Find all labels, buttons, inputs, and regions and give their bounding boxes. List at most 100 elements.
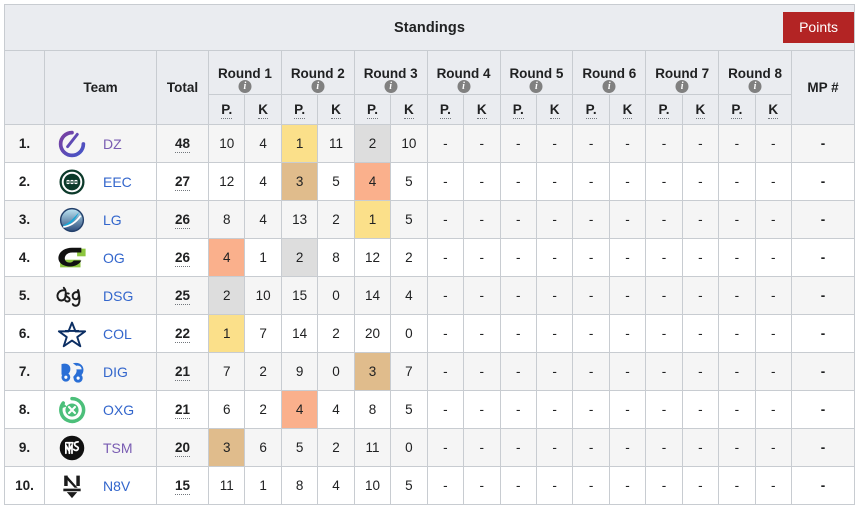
round-5-kills-cell: - bbox=[536, 315, 572, 353]
round-2-kills-cell: 0 bbox=[318, 277, 354, 315]
round-7-points-cell: - bbox=[646, 201, 682, 239]
team-name-link[interactable]: TSM bbox=[95, 440, 133, 456]
dignitas-swirl-logo[interactable] bbox=[49, 129, 95, 159]
team-name-link[interactable]: LG bbox=[95, 212, 122, 228]
oxygen-esports-logo[interactable] bbox=[49, 395, 95, 425]
abbr-kills[interactable]: K bbox=[258, 102, 268, 119]
team-cell-content: LG bbox=[45, 205, 156, 235]
round-4-info-icon[interactable]: i bbox=[457, 80, 470, 93]
standings-table: Team Total Round 1 i Round 2 i Round 3 i… bbox=[4, 50, 855, 505]
subcolumn-header-round-7-points: P. bbox=[646, 95, 682, 125]
round-1-kills-cell: 2 bbox=[245, 391, 281, 429]
team-name-link[interactable]: DIG bbox=[95, 364, 128, 380]
team-name-link[interactable]: COL bbox=[95, 326, 132, 342]
abbr-kills[interactable]: K bbox=[550, 102, 560, 119]
round-2-points-cell: 13 bbox=[281, 201, 317, 239]
round-1-kills-cell: 10 bbox=[245, 277, 281, 315]
round-6-points-cell: - bbox=[573, 201, 609, 239]
dignitas-dg-logo[interactable] bbox=[49, 357, 95, 387]
round-2-info-icon[interactable]: i bbox=[311, 80, 324, 93]
total-cell: 48 bbox=[157, 125, 209, 163]
round-7-points-cell: - bbox=[646, 239, 682, 277]
team-name-link[interactable]: N8V bbox=[95, 478, 130, 494]
round-4-kills-cell: - bbox=[464, 315, 500, 353]
team-cell-content: COL bbox=[45, 319, 156, 349]
table-row: 7.DIG21729037----------- bbox=[5, 353, 855, 391]
abbr-points[interactable]: P. bbox=[440, 102, 451, 119]
points-toggle-button[interactable]: Points bbox=[783, 12, 854, 43]
round-1-points-cell: 12 bbox=[209, 163, 245, 201]
lg-wave-logo[interactable] bbox=[49, 205, 95, 235]
subcolumn-header-round-8-points: P. bbox=[719, 95, 755, 125]
round-4-kills-cell: - bbox=[464, 277, 500, 315]
subcolumn-header-round-2-kills: K bbox=[318, 95, 354, 125]
round-8-info-icon[interactable]: i bbox=[749, 80, 762, 93]
abbr-kills[interactable]: K bbox=[696, 102, 706, 119]
round-1-points-cell: 2 bbox=[209, 277, 245, 315]
team-cell: LG bbox=[45, 201, 157, 239]
table-row: 5.DSG25210150144----------- bbox=[5, 277, 855, 315]
subcolumn-header-round-8-kills: K bbox=[755, 95, 791, 125]
round-7-points-cell: - bbox=[646, 429, 682, 467]
team-name-link[interactable]: DZ bbox=[95, 136, 122, 152]
dsg-script-logo[interactable] bbox=[49, 281, 95, 311]
abbr-points[interactable]: P. bbox=[731, 102, 742, 119]
tsm-logo[interactable] bbox=[49, 433, 95, 463]
total-cell: 21 bbox=[157, 353, 209, 391]
subcolumn-header-round-3-kills: K bbox=[391, 95, 427, 125]
round-2-kills-cell: 2 bbox=[318, 315, 354, 353]
round-3-kills-cell: 5 bbox=[391, 467, 427, 505]
round-3-label: Round 3 bbox=[355, 67, 427, 81]
round-7-kills-cell: - bbox=[682, 391, 718, 429]
round-2-kills-cell: 11 bbox=[318, 125, 354, 163]
complexity-star-logo[interactable] bbox=[49, 319, 95, 349]
abbr-points[interactable]: P. bbox=[513, 102, 524, 119]
optic-gaming-logo[interactable] bbox=[49, 243, 95, 273]
round-3-points-cell: 12 bbox=[354, 239, 390, 277]
table-row: 6.COL2217142200----------- bbox=[5, 315, 855, 353]
total-cell: 15 bbox=[157, 467, 209, 505]
team-cell-content: DZ bbox=[45, 129, 156, 159]
round-4-points-cell: - bbox=[427, 353, 463, 391]
round-7-points-cell: - bbox=[646, 315, 682, 353]
round-7-kills-cell: - bbox=[682, 239, 718, 277]
abbr-kills[interactable]: K bbox=[623, 102, 633, 119]
round-8-points-cell: - bbox=[719, 467, 755, 505]
abbr-points[interactable]: P. bbox=[586, 102, 597, 119]
round-7-kills-cell: - bbox=[682, 277, 718, 315]
mp-cell: - bbox=[792, 391, 855, 429]
total-value: 15 bbox=[175, 478, 190, 495]
round-1-info-icon[interactable]: i bbox=[238, 80, 251, 93]
abbr-points[interactable]: P. bbox=[658, 102, 669, 119]
table-row: 2.EEC271243545----------- bbox=[5, 163, 855, 201]
round-6-info-icon[interactable]: i bbox=[603, 80, 616, 93]
abbr-points[interactable]: P. bbox=[221, 102, 232, 119]
team-cell-content: TSM bbox=[45, 433, 156, 463]
round-7-info-icon[interactable]: i bbox=[676, 80, 689, 93]
abbr-points[interactable]: P. bbox=[294, 102, 305, 119]
subcolumn-header-round-3-points: P. bbox=[354, 95, 390, 125]
subcolumn-header-round-2-points: P. bbox=[281, 95, 317, 125]
round-3-kills-cell: 7 bbox=[391, 353, 427, 391]
eec-circle-logo[interactable] bbox=[49, 167, 95, 197]
round-5-points-cell: - bbox=[500, 429, 536, 467]
team-name-link[interactable]: DSG bbox=[95, 288, 133, 304]
total-value: 21 bbox=[175, 402, 190, 419]
abbr-kills[interactable]: K bbox=[404, 102, 414, 119]
round-8-kills-cell: - bbox=[755, 467, 791, 505]
native-gaming-logo[interactable] bbox=[49, 471, 95, 501]
team-name-link[interactable]: OXG bbox=[95, 402, 134, 418]
team-name-link[interactable]: OG bbox=[95, 250, 125, 266]
subcolumn-header-round-6-points: P. bbox=[573, 95, 609, 125]
round-3-info-icon[interactable]: i bbox=[384, 80, 397, 93]
abbr-kills[interactable]: K bbox=[331, 102, 341, 119]
round-4-label: Round 4 bbox=[428, 67, 500, 81]
team-name-link[interactable]: EEC bbox=[95, 174, 132, 190]
table-head: Team Total Round 1 i Round 2 i Round 3 i… bbox=[5, 51, 855, 125]
column-header-round-8: Round 8 i bbox=[719, 51, 792, 95]
abbr-points[interactable]: P. bbox=[367, 102, 378, 119]
round-4-points-cell: - bbox=[427, 277, 463, 315]
abbr-kills[interactable]: K bbox=[768, 102, 778, 119]
round-5-info-icon[interactable]: i bbox=[530, 80, 543, 93]
abbr-kills[interactable]: K bbox=[477, 102, 487, 119]
